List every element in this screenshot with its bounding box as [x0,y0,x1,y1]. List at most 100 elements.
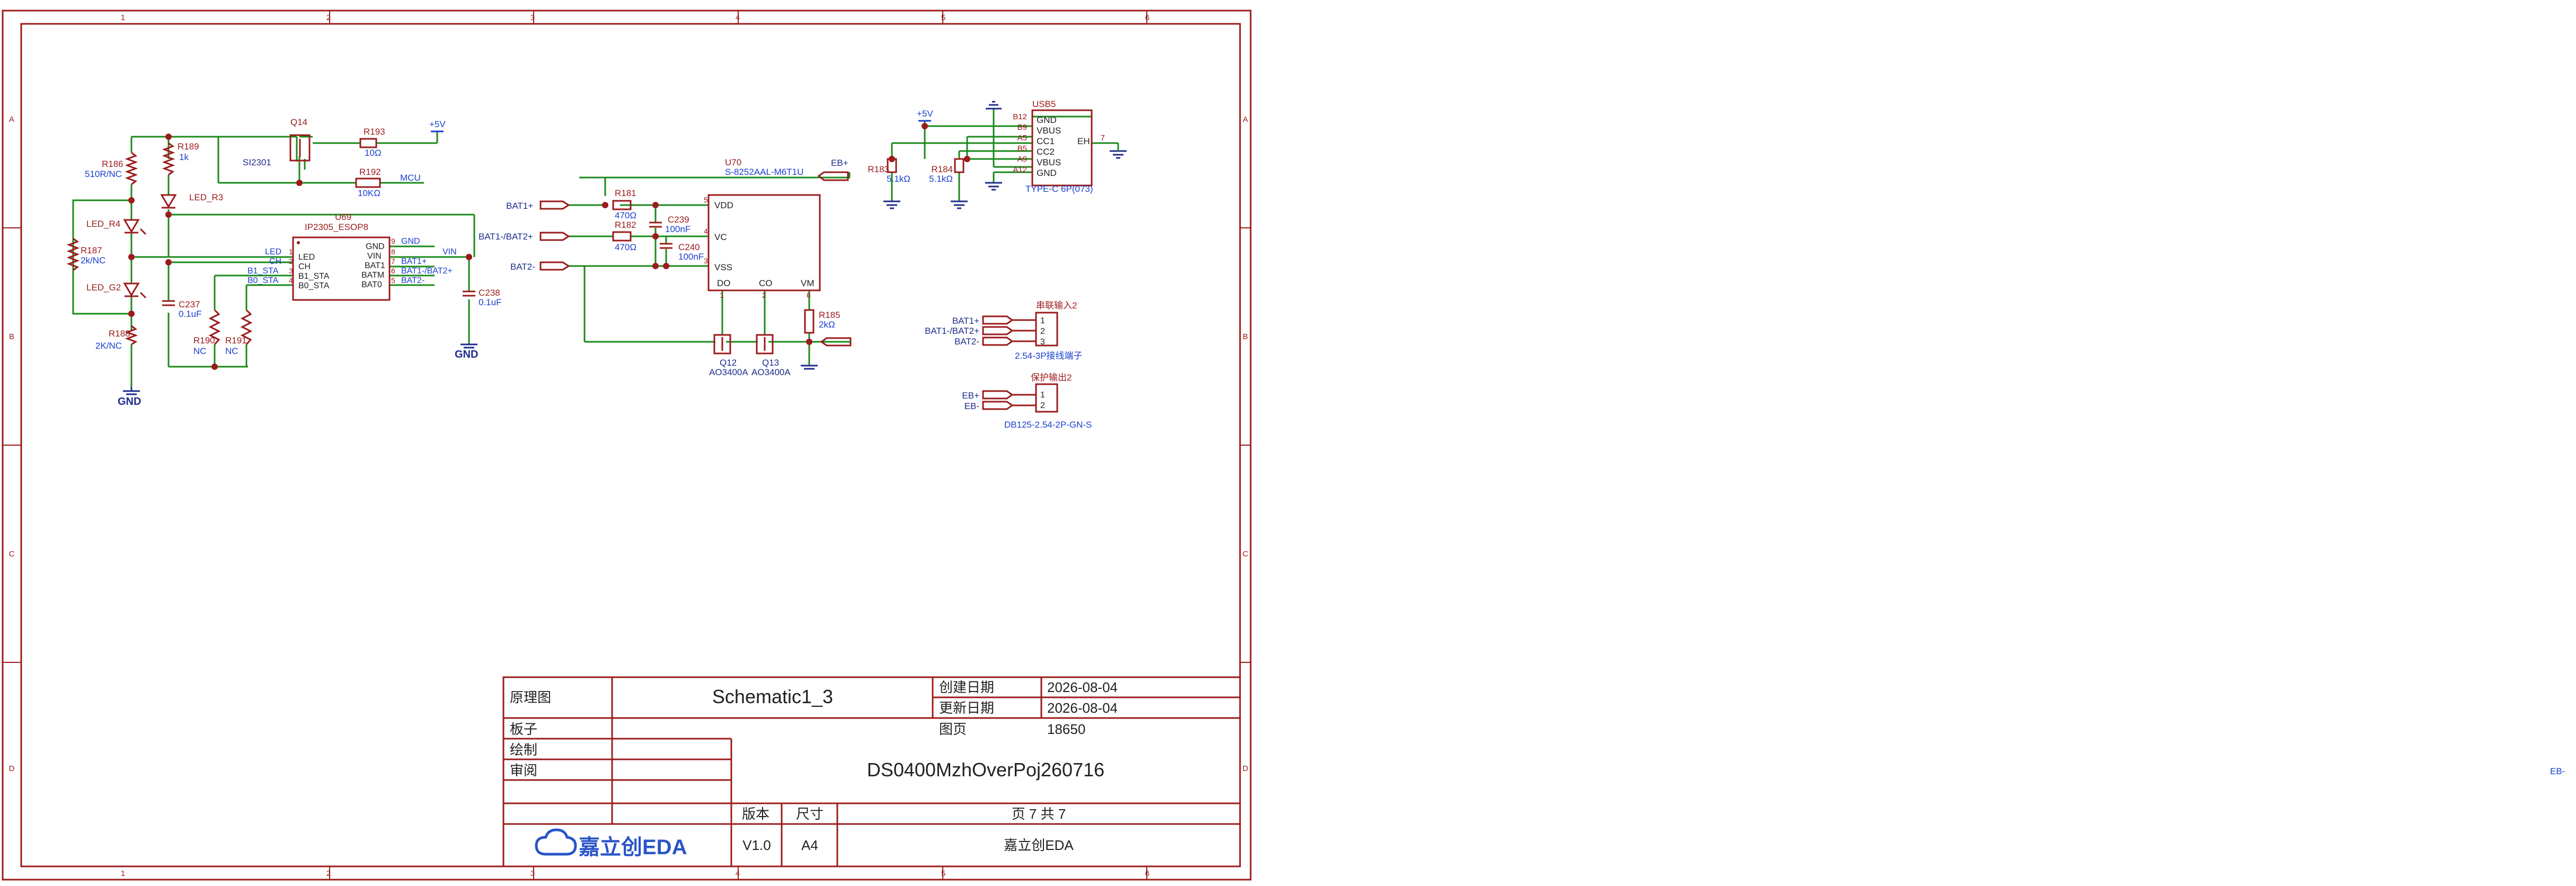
pin-num: 1 [1040,391,1045,400]
resistor-r186[interactable]: R186 510R/NC [85,152,138,185]
footprint-label: DB125-2.54-2P-GN-S [1004,420,1092,430]
value-label: AO3400A [709,367,748,377]
col-label-top: 5 [941,13,945,22]
tb-version-label: 版本 [742,806,769,822]
resistor-r183[interactable]: R183 5.1kΩ [867,158,910,184]
usb-c-connector-usb5[interactable]: USB5 TYPE-C 6P(073) GND VBUS CC1 CC2 VBU… [1013,99,1105,194]
row-label-right: A [1243,115,1248,124]
ref-label: C237 [179,299,200,309]
net-label: BAT1-/BAT2+ [925,326,979,336]
pin-name: VDD [714,200,733,210]
value-label: 1k [179,152,189,162]
net-mcu: MCU [400,173,421,183]
ref-label: LED_R4 [86,219,120,229]
pin-name: CC2 [1037,147,1055,157]
value-label: 2kΩ [819,320,835,330]
resistor-r189[interactable]: R189 1k [162,141,199,176]
pin-num: 1 [289,247,293,256]
tb-type-label: 原理图 [510,689,551,705]
col-label-bottom: 6 [1145,869,1149,878]
net-label: +5V [917,109,933,119]
pin-num: 6 [391,267,395,275]
pin-num: A9 [1017,155,1027,164]
value-label: 5.1kΩ [887,174,910,184]
usb-c-circuit: +5V R183 5.1kΩ R184 5.1kΩ USB5 TYPE-C 6P… [867,99,1127,430]
company-logo: 嘉立创EDA [535,828,687,859]
led-r3[interactable]: LED_R3 [160,192,223,209]
row-label-right: C [1243,550,1249,559]
ref-label: R187 [81,245,102,255]
pin-num: 8 [391,247,395,256]
transistor-q14[interactable]: Q14 SI2301 [243,117,311,167]
tb-review-label: 审阅 [510,763,537,778]
row-label-right: B [1243,332,1248,341]
conn-title: 保护输出2 [1031,373,1072,383]
pin-name: B0_STA [298,281,330,290]
resistor-r185[interactable]: R185 2kΩ [804,309,840,334]
col-label-bottom: 4 [736,869,740,878]
conn-title: 串联输入2 [1036,300,1077,311]
resistor-r188[interactable]: R188 2K/NC [95,325,138,351]
pin-name: VBUS [1037,126,1061,136]
ref-label: R184 [931,164,953,174]
pin-num: B5 [1017,144,1027,153]
col-label-top: 4 [736,13,740,22]
ref-label: C239 [668,215,689,225]
value-label: 510R/NC [85,169,122,179]
ground-symbol [801,365,818,370]
ground-symbol: GND [118,387,141,407]
col-label-bottom: 2 [326,869,331,878]
col-label-bottom: 5 [941,869,945,878]
value-label: 100nF [678,252,704,262]
col-label-top: 1 [121,13,125,22]
protect-output-connector[interactable]: 保护输出2 DB125-2.54-2P-GN-S EB+ EB- 1 2 [962,373,1092,430]
tb-company: 嘉立创EDA [1004,837,1074,853]
net-label: VIN [442,247,457,256]
led-g2[interactable]: LED_G2 [86,282,147,299]
led-r4[interactable]: LED_R4 [86,219,147,235]
pin-num: 3 [1040,338,1045,347]
row-label-left: B [9,332,14,341]
value-label: 5.1kΩ [929,174,953,184]
value-label: AO3400A [751,367,791,377]
tb-board-label: 板子 [510,721,537,737]
ref-label: R188 [109,329,130,339]
pin-num: A12 [1013,165,1027,174]
value-label: 470Ω [615,242,636,252]
ground-symbol: GND [455,343,478,360]
sheet-frame: 1 2 3 4 5 6 1 2 3 4 5 6 A B C D A B C D [2,10,1252,881]
ref-label: USB5 [1032,99,1056,109]
pin-name: BAT1 [365,261,385,270]
tb-page-info: 页 7 共 7 [1012,806,1066,822]
row-label-left: D [9,764,15,773]
pin-name: BAT0 [361,280,382,289]
ground-symbol [883,200,900,209]
pin-name: CC1 [1037,136,1055,146]
ground-symbol [986,101,1002,110]
net-label: BAT1+ [506,201,533,211]
pin-name: GND [1037,168,1057,178]
value-label: 0.1uF [479,297,501,307]
gnd-label: GND [118,396,141,407]
pin-name: VIN [367,252,382,261]
ic-u70[interactable]: U70 S-8252AAL-M6T1U VDD VC VSS DO CO VM … [704,157,821,299]
ref-label: U69 [335,212,351,222]
ref-label: R185 [819,310,840,320]
ic-u69[interactable]: U69 IP2305_ESOP8 LED CH B1_STA B0_STA GN… [247,212,457,301]
resistor-r192[interactable]: R192 10KΩ [355,167,381,198]
resistor-r187[interactable]: R187 2k/NC [66,237,105,271]
net-label: BAT2- [954,336,979,347]
tb-version: V1.0 [742,837,771,853]
pin-name: VSS [714,262,732,272]
col-label-top: 2 [326,13,331,22]
pin-num: 2 [1040,401,1045,410]
pin-num: 6 [807,291,811,299]
resistor-r184[interactable]: R184 5.1kΩ [929,158,964,184]
power-5v-label: +5V [917,109,933,122]
net-label: BAT1+ [952,316,979,326]
value-label: 0.1uF [179,309,201,319]
ref-label: R192 [359,167,381,177]
pin-num: 3 [704,256,708,265]
series-input-connector[interactable]: 串联输入2 2.54-3P接线端子 BAT1+ BAT1-/BAT2+ BAT2… [925,300,1082,361]
ground-symbol [951,200,968,209]
